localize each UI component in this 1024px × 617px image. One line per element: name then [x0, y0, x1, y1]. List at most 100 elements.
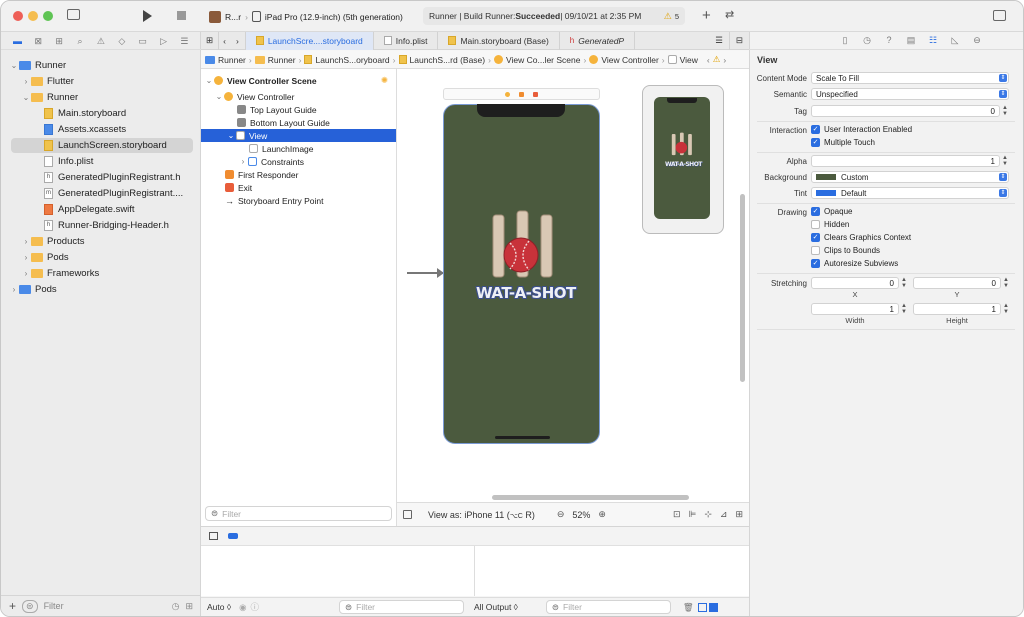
filter-options-icon[interactable]: ⊜ [22, 599, 38, 613]
warning-icon[interactable]: ⚠ [664, 11, 672, 22]
outline-item-bottom-guide[interactable]: Bottom Layout Guide [201, 116, 396, 129]
help-inspector-icon[interactable]: ? [884, 35, 895, 46]
zoom-in-icon[interactable]: ⊕ [598, 509, 606, 520]
chevron-left-icon[interactable]: ‹ [707, 55, 710, 65]
variables-filter-input[interactable]: ⊜ Filter [339, 600, 464, 614]
tree-item-generated-m[interactable]: m GeneratedPluginRegistrant.... [43, 186, 183, 201]
tab-info-plist[interactable]: Info.plist [374, 31, 439, 50]
semantic-select[interactable]: Unspecified ⇕ [811, 88, 1009, 100]
scheme-selector[interactable]: R...r › iPad Pro (12.9-inch) (5th genera… [209, 7, 403, 26]
jump-item[interactable]: LaunchS...rd (Base) [410, 55, 486, 65]
resolve-issues-icon[interactable]: ⊿ [720, 509, 728, 520]
outline-item-view-controller[interactable]: ⌄ View Controller [201, 90, 396, 103]
disclosure-open-icon[interactable]: ⌄ [226, 131, 236, 140]
tree-item-launchscreen-storyboard[interactable]: LaunchScreen.storyboard [11, 138, 193, 153]
report-icon[interactable]: ☰ [178, 35, 190, 47]
view-as-label[interactable]: View as: iPhone 11 (⌥C R) [428, 510, 535, 520]
view-controller-icon[interactable] [505, 91, 510, 97]
grid-icon[interactable]: ⊞ [201, 31, 220, 50]
disclosure-closed-icon[interactable]: › [21, 253, 31, 262]
code-review-icon[interactable]: ⇄ [725, 8, 734, 21]
outline-item-launchimage[interactable]: LaunchImage [201, 142, 396, 155]
exit-icon[interactable] [533, 91, 538, 97]
tint-select[interactable]: Default ⇕ [811, 187, 1009, 199]
clears-graphics-checkbox[interactable]: ✓ Clears Graphics Context [811, 233, 911, 242]
outline-item-view[interactable]: ⌄ View [201, 129, 396, 142]
attributes-inspector-icon[interactable]: ☷ [928, 35, 939, 46]
disclosure-closed-icon[interactable]: › [21, 269, 31, 278]
opaque-checkbox[interactable]: ✓ Opaque [811, 207, 852, 216]
source-control-icon[interactable]: ⊠ [32, 35, 44, 47]
tab-launchscreen[interactable]: LaunchScre....storyboard [245, 31, 374, 50]
symbol-icon[interactable]: ⊞ [53, 35, 65, 47]
connections-inspector-icon[interactable]: ⊖ [972, 35, 983, 46]
stretch-height-stepper[interactable]: ▲ ▼ [1002, 303, 1010, 315]
tree-item-assets[interactable]: Assets.xcassets [43, 122, 126, 137]
tree-item-runner-group[interactable]: ⌄ Runner [21, 90, 79, 105]
console-filter-input[interactable]: ⊜ Filter [545, 600, 671, 614]
inspector-toggle-icon[interactable] [993, 10, 1006, 21]
tree-item-runner-project[interactable]: ⌄ Runner [9, 58, 67, 73]
disclosure-closed-icon[interactable]: › [21, 77, 31, 86]
tree-item-frameworks[interactable]: › Frameworks [21, 266, 100, 281]
add-file-icon[interactable]: + [9, 599, 16, 613]
stretch-width-stepper[interactable]: ▲ ▼ [900, 303, 908, 315]
show-variables-icon[interactable] [697, 602, 707, 612]
tree-item-bridging-header[interactable]: h Runner-Bridging-Header.h [43, 218, 169, 233]
disclosure-open-icon[interactable]: ⌄ [204, 76, 214, 85]
stretch-x-stepper[interactable]: ▲ ▼ [900, 277, 908, 289]
disclosure-open-icon[interactable]: ⌄ [9, 61, 19, 70]
chevron-right-icon[interactable]: › [723, 55, 726, 65]
zoom-out-icon[interactable]: ⊖ [557, 509, 565, 520]
recent-files-icon[interactable]: ◷ [172, 601, 180, 612]
tree-item-generated-h[interactable]: h GeneratedPluginRegistrant.h [43, 170, 181, 185]
minimize-window-button[interactable] [28, 11, 38, 21]
stretch-x-field[interactable]: 0 [811, 277, 899, 289]
disclosure-closed-icon[interactable]: › [238, 157, 248, 166]
navigator-filter-input[interactable]: Filter [44, 601, 166, 611]
horizontal-scrollbar[interactable] [492, 495, 689, 500]
stretch-y-field[interactable]: 0 [913, 277, 1001, 289]
breakpoint-icon[interactable]: ▷ [158, 35, 170, 47]
back-icon[interactable]: ‹ [219, 32, 230, 50]
history-inspector-icon[interactable]: ◷ [862, 35, 873, 46]
breakpoints-icon[interactable] [228, 533, 238, 539]
file-inspector-icon[interactable]: ▯ [840, 35, 851, 46]
sidebar-toggle-icon[interactable] [67, 9, 80, 20]
outline-item-top-guide[interactable]: Top Layout Guide [201, 103, 396, 116]
tree-item-main-storyboard[interactable]: Main.storyboard [43, 106, 126, 121]
forward-icon[interactable]: › [230, 31, 246, 50]
jump-item[interactable]: LaunchS...oryboard [315, 55, 389, 65]
console-output-select[interactable]: All Output ◊ [474, 602, 518, 612]
outline-item-exit[interactable]: Exit [201, 181, 396, 194]
trash-icon[interactable]: 🗑 [683, 602, 694, 613]
tab-main-storyboard[interactable]: Main.storyboard (Base) [438, 31, 560, 50]
tab-generated[interactable]: h GeneratedP [560, 31, 636, 50]
tag-stepper[interactable]: ▲ ▼ [1001, 105, 1009, 117]
disclosure-open-icon[interactable]: ⌄ [214, 92, 224, 101]
embed-icon[interactable]: ⊡ [673, 509, 681, 520]
jump-item[interactable]: Runner [268, 55, 296, 65]
test-icon[interactable]: ◇ [116, 35, 128, 47]
tree-item-flutter[interactable]: › Flutter [21, 74, 74, 89]
tree-item-pods-group[interactable]: › Pods [21, 250, 69, 265]
clips-to-bounds-checkbox[interactable]: Clips to Bounds [811, 246, 880, 255]
info-icon[interactable]: ⓘ [250, 601, 259, 613]
tree-item-pods-project[interactable]: › Pods [9, 282, 57, 297]
outline-filter-input[interactable]: ⊜ Filter [205, 506, 392, 521]
eye-icon[interactable]: ◉ [239, 602, 246, 613]
issue-icon[interactable]: ⚠ [95, 35, 107, 47]
jump-item[interactable]: View Co...ler Scene [506, 55, 581, 65]
jump-item[interactable]: View Controller [601, 55, 658, 65]
size-inspector-icon[interactable]: ◺ [950, 35, 961, 46]
outline-item-scene[interactable]: ⌄ View Controller Scene ✺ [201, 74, 396, 87]
close-window-button[interactable] [13, 11, 23, 21]
editor-options-icon[interactable]: ☰ [709, 31, 730, 50]
zoom-window-button[interactable] [43, 11, 53, 21]
background-select[interactable]: Custom ⇕ [811, 171, 1009, 183]
warning-icon[interactable]: ⚠ [713, 54, 721, 65]
folder-icon[interactable]: ▬ [11, 35, 23, 47]
search-icon[interactable]: ⌕ [74, 35, 86, 47]
source-control-filter-icon[interactable]: ⊞ [185, 601, 193, 612]
disclosure-closed-icon[interactable]: › [21, 237, 31, 246]
